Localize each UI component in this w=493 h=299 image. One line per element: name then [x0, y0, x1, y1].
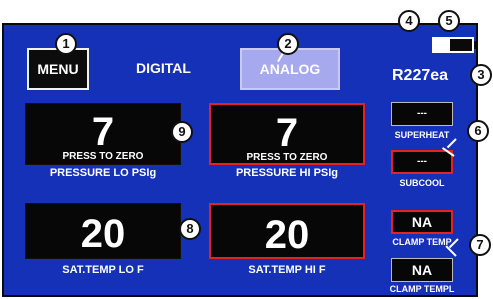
digital-mode-label[interactable]: DIGITAL: [136, 60, 206, 80]
clamp-temp-high-value[interactable]: NA: [391, 210, 453, 234]
pressure-hi-caption: PRESSURE HI PSIg: [235, 167, 339, 179]
battery-level: [450, 39, 472, 51]
callout-badge-3: 3: [470, 64, 492, 86]
pressure-hi-value: 7: [275, 111, 299, 155]
pressure-hi-zero-prompt: PRESS TO ZERO: [246, 152, 328, 163]
device-screen: MENU DIGITAL ANALOG R227ea 7 PRESS TO ZE…: [0, 0, 493, 299]
callout-badge-9: 9: [171, 121, 193, 143]
superheat-caption: SUPERHEAT: [394, 130, 450, 140]
pressure-lo-value: 7: [91, 110, 115, 154]
callout-badge-6: 6: [467, 120, 489, 142]
subcool-caption: SUBCOOL: [399, 178, 445, 188]
sat-temp-lo-value: 20: [80, 212, 126, 256]
sat-temp-hi-caption: SAT.TEMP HI F: [248, 264, 326, 276]
callout-badge-8: 8: [179, 218, 201, 240]
pressure-hi-readout[interactable]: 7 PRESS TO ZERO: [209, 103, 365, 165]
pressure-lo-readout[interactable]: 7 PRESS TO ZERO: [25, 103, 181, 165]
callout-badge-1: 1: [55, 33, 77, 55]
callout-badge-7: 7: [469, 234, 491, 256]
callout-badge-5: 5: [438, 10, 460, 32]
clamp-temp-low-value[interactable]: NA: [391, 258, 453, 282]
sat-temp-lo-caption: SAT.TEMP LO F: [62, 264, 144, 276]
pressure-lo-zero-prompt: PRESS TO ZERO: [62, 151, 144, 162]
battery-icon: [432, 37, 474, 53]
battery-terminal: [474, 41, 477, 49]
subcool-value[interactable]: ---: [391, 150, 453, 174]
sat-temp-lo-readout[interactable]: 20: [25, 203, 181, 259]
sat-temp-hi-value: 20: [264, 213, 310, 257]
menu-button[interactable]: MENU: [27, 48, 89, 90]
callout-badge-2: 2: [277, 33, 299, 55]
superheat-value[interactable]: ---: [391, 102, 453, 126]
clamp-temp-low-caption: CLAMP TEMPL: [389, 284, 455, 294]
sat-temp-hi-readout[interactable]: 20: [209, 203, 365, 259]
callout-badge-4: 4: [398, 10, 420, 32]
pressure-lo-caption: PRESSURE LO PSIg: [49, 167, 157, 179]
refrigerant-type[interactable]: R227ea: [392, 67, 448, 85]
